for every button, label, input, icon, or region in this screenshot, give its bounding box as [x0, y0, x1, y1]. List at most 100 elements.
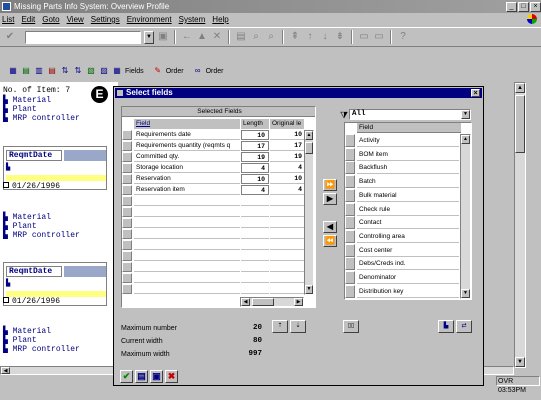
row-select-button[interactable] — [122, 207, 132, 217]
selected-field-name[interactable]: Reservation item — [134, 185, 240, 195]
row-select-button[interactable] — [122, 185, 132, 195]
length-input[interactable] — [241, 229, 269, 239]
selected-field-name[interactable]: Storage location — [134, 163, 240, 173]
avail-row-select-button[interactable] — [345, 134, 355, 147]
avail-row-select-button[interactable] — [345, 257, 355, 271]
selected-field-name[interactable] — [134, 218, 240, 228]
selected-field-name[interactable] — [134, 273, 240, 283]
selected-field-name[interactable]: Committed qty. — [134, 152, 240, 162]
find-next-icon[interactable]: ⌕ — [265, 31, 277, 43]
remove-field-button[interactable]: ◀ — [323, 221, 337, 233]
available-field-item[interactable]: Activity — [357, 134, 459, 147]
scroll-left-icon[interactable]: ◀ — [1, 367, 10, 374]
selected-field-name[interactable] — [134, 251, 240, 261]
selected-field-name[interactable]: Requirements quantity (reqmts q — [134, 141, 240, 151]
minimize-button[interactable]: _ — [506, 1, 517, 12]
avail-row-select-button[interactable] — [345, 161, 355, 175]
main-vertical-scrollbar[interactable]: ▲ ▼ — [514, 82, 526, 368]
length-input[interactable] — [241, 240, 269, 250]
menu-edit[interactable]: Edit — [21, 15, 35, 24]
length-input[interactable] — [241, 207, 269, 217]
last-page-icon[interactable]: ⇟ — [334, 31, 346, 43]
menu-view[interactable]: View — [67, 15, 84, 24]
list-icon[interactable]: ▤ — [21, 66, 31, 76]
length-input[interactable]: 4 — [241, 163, 269, 173]
row-select-button[interactable] — [122, 240, 132, 250]
find-icon[interactable]: ⌕ — [250, 31, 262, 43]
fields-icon[interactable]: ▦ — [112, 66, 122, 76]
previous-page-icon[interactable]: ↑ — [304, 31, 316, 43]
move-down-button[interactable]: ⇣ — [290, 320, 306, 333]
sort-descending-icon[interactable]: ⇅ — [73, 66, 83, 76]
confirm-check-button[interactable]: ✔ — [120, 370, 133, 383]
avail-row-select-button[interactable] — [345, 229, 355, 243]
length-input[interactable] — [241, 251, 269, 261]
exit-icon[interactable]: ▲ — [196, 31, 208, 43]
order-pencil-icon[interactable]: ✎ — [153, 66, 163, 76]
available-field-item[interactable]: Backflush — [357, 161, 459, 175]
row-select-button[interactable] — [122, 218, 132, 228]
available-vertical-scrollbar[interactable]: ▲ ▼ — [460, 134, 471, 299]
enter-check-icon[interactable]: ✔ — [4, 31, 16, 43]
first-page-icon[interactable]: ⇞ — [289, 31, 301, 43]
menu-settings[interactable]: Settings — [91, 15, 120, 24]
cancel-icon[interactable]: ✕ — [211, 31, 223, 43]
row-select-button[interactable] — [122, 174, 132, 184]
scroll-left-icon[interactable]: ◀ — [241, 298, 250, 306]
avail-row-select-button[interactable] — [345, 202, 355, 216]
cancel-button[interactable]: ✖ — [165, 370, 178, 383]
length-input[interactable]: 4 — [241, 185, 269, 195]
next-page-icon[interactable]: ↓ — [319, 31, 331, 43]
row-select-button[interactable] — [122, 130, 132, 140]
filter-icon[interactable]: ▤ — [47, 66, 57, 76]
available-field-item[interactable]: BOM item — [357, 148, 459, 161]
row-select-button[interactable] — [122, 196, 132, 206]
remove-all-fields-button[interactable]: ⏪ — [323, 235, 337, 247]
length-input[interactable] — [241, 262, 269, 272]
scroll-thumb[interactable] — [305, 142, 313, 154]
length-input[interactable]: 10 — [241, 174, 269, 184]
scroll-down-icon[interactable]: ▼ — [515, 357, 525, 367]
row-select-button[interactable] — [122, 229, 132, 239]
columns-icon[interactable]: ▥ — [34, 66, 44, 76]
length-input[interactable]: 10 — [241, 130, 269, 140]
col-field-header[interactable]: Field — [134, 119, 240, 129]
find-field-button[interactable]: ▯▯ — [343, 320, 359, 333]
save-settings-button[interactable]: ▣ — [150, 370, 163, 383]
available-field-item[interactable]: Check rule — [357, 203, 459, 216]
new-session-icon[interactable]: ▭ — [358, 31, 370, 43]
row-checkbox[interactable] — [3, 182, 9, 188]
add-field-button[interactable]: ▶ — [323, 193, 337, 205]
scroll-thumb[interactable] — [515, 95, 525, 153]
add-all-fields-button[interactable]: ⏩ — [323, 179, 337, 191]
maximize-button[interactable]: □ — [518, 1, 529, 12]
avail-row-select-button[interactable] — [345, 284, 355, 298]
menu-environment[interactable]: Environment — [127, 15, 172, 24]
menu-system[interactable]: System — [179, 15, 206, 24]
avail-row-select-button[interactable] — [345, 147, 355, 161]
available-field-item[interactable]: Denominator — [357, 271, 459, 284]
selected-field-name[interactable] — [134, 196, 240, 206]
length-input[interactable]: 19 — [241, 152, 269, 162]
selected-vertical-scrollbar[interactable]: ▲ ▼ — [304, 130, 314, 295]
row-select-button[interactable] — [122, 262, 132, 272]
avail-row-select-button[interactable] — [345, 271, 355, 284]
menu-goto[interactable]: Goto — [42, 15, 59, 24]
move-up-button[interactable]: ⇡ — [272, 320, 288, 333]
available-field-item[interactable]: Batch — [357, 175, 459, 189]
sort-ascending-icon[interactable]: ⇅ — [60, 66, 70, 76]
totals-icon[interactable]: ▧ — [86, 66, 96, 76]
selected-field-name[interactable] — [134, 284, 240, 294]
scroll-up-icon[interactable]: ▲ — [305, 131, 313, 140]
selected-field-name[interactable] — [134, 229, 240, 239]
reqmt-date-header[interactable]: ReqmtDate — [6, 150, 62, 161]
menu-help[interactable]: Help — [212, 15, 228, 24]
copy-button[interactable]: ▤ — [135, 370, 148, 383]
length-input[interactable] — [241, 218, 269, 228]
command-field[interactable] — [25, 30, 141, 44]
row-select-button[interactable] — [122, 284, 132, 294]
save-icon[interactable]: ▣ — [157, 31, 169, 43]
avail-row-select-button[interactable] — [345, 243, 355, 257]
scroll-down-icon[interactable]: ▼ — [461, 289, 470, 298]
length-input[interactable]: 17 — [241, 141, 269, 151]
